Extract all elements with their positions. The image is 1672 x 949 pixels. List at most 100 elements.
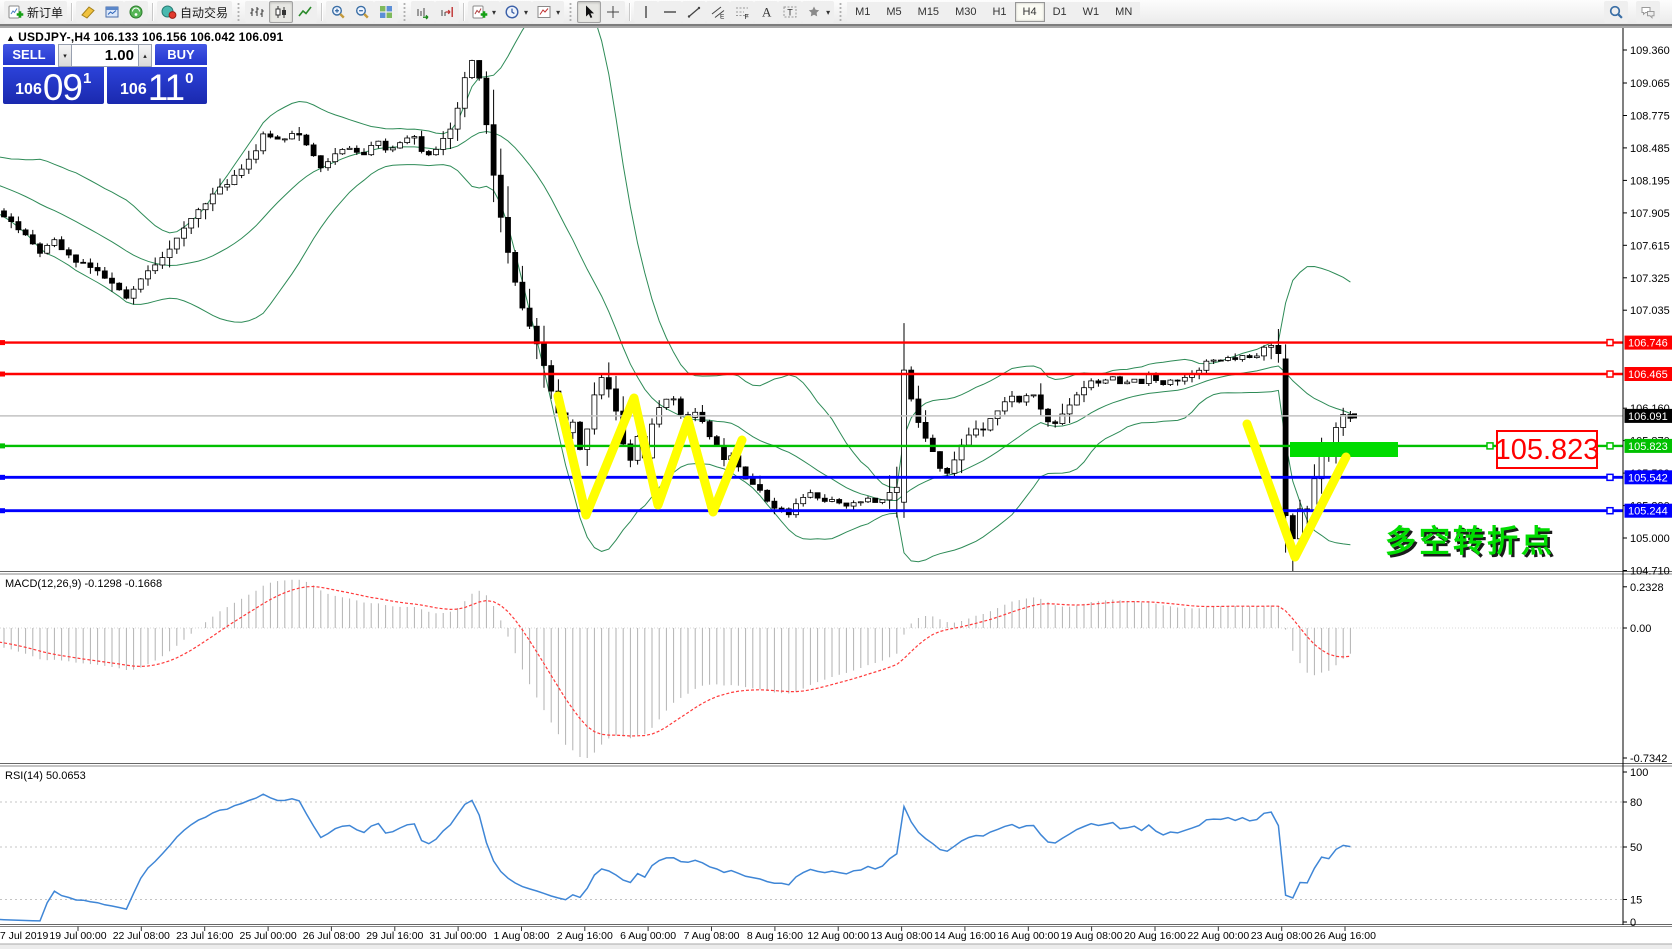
autotrading-icon	[161, 4, 177, 20]
yellow-zigzag-annotation-1[interactable]	[558, 396, 742, 515]
new-order-button[interactable]: 新订单	[4, 1, 67, 23]
tile-windows-button[interactable]	[374, 1, 398, 23]
collapse-triangle-icon[interactable]: ▲	[6, 33, 15, 43]
fibonacci-button[interactable]: F	[730, 1, 754, 23]
label-icon: T	[782, 4, 798, 20]
autotrading-button-label: 自动交易	[180, 4, 228, 21]
shapes-button[interactable]: ▾	[802, 1, 834, 23]
svg-text:109.065: 109.065	[1630, 78, 1670, 90]
toolbar-separator	[321, 3, 322, 21]
sell-button[interactable]: SELL	[3, 44, 55, 67]
toolbar-grip	[568, 3, 573, 21]
text-button[interactable]: A	[754, 1, 778, 23]
data-window-button[interactable]	[100, 1, 124, 23]
cursor-button[interactable]	[577, 1, 601, 23]
time-axis[interactable]: 17 Jul 201919 Jul 00:0022 Jul 08:0023 Ju…	[0, 927, 1376, 943]
timeframe-d1-button[interactable]: D1	[1045, 2, 1075, 22]
templates-button[interactable]: ▾	[532, 1, 564, 23]
chart-area[interactable]: 105.823多空转折点多空转折点109.360109.065108.77510…	[0, 0, 1672, 949]
hline-left-handle[interactable]	[0, 443, 5, 448]
volume-input[interactable]: 1.00	[72, 44, 138, 67]
candlestick-type-button[interactable]	[269, 1, 293, 23]
svg-text:107.035: 107.035	[1630, 305, 1670, 317]
toolbar-right-icons	[1604, 1, 1668, 23]
timeframe-mn-button[interactable]: MN	[1107, 2, 1140, 22]
data-window-icon	[104, 4, 120, 20]
svg-text:109.360: 109.360	[1630, 45, 1670, 57]
vertical-line-button[interactable]	[634, 1, 658, 23]
navigator-button[interactable]	[124, 1, 148, 23]
green-line-handle[interactable]	[1487, 443, 1493, 449]
cursor-icon	[581, 4, 597, 20]
hline-left-handle[interactable]	[0, 475, 5, 480]
buy-price[interactable]: 106110	[107, 67, 208, 104]
svg-text:108.195: 108.195	[1630, 175, 1670, 187]
new-order-button-label: 新订单	[27, 4, 63, 21]
bar-chart-type-button[interactable]	[245, 1, 269, 23]
turning-point-text[interactable]: 多空转折点	[1385, 524, 1555, 559]
svg-text:-0.7342: -0.7342	[1630, 753, 1667, 765]
timeframe-m15-button[interactable]: M15	[910, 2, 947, 22]
horizontal-level-lines	[0, 340, 1623, 513]
timeframe-w1-button[interactable]: W1	[1075, 2, 1108, 22]
trendline-button[interactable]	[682, 1, 706, 23]
svg-text:23 Jul 16:00: 23 Jul 16:00	[176, 930, 233, 942]
svg-text:23 Aug 08:00: 23 Aug 08:00	[1251, 930, 1313, 942]
toolbar-separator	[629, 3, 630, 21]
svg-text:22 Aug 00:00: 22 Aug 00:00	[1187, 930, 1249, 942]
clock-icon	[504, 4, 520, 20]
autotrading-button[interactable]: 自动交易	[157, 1, 232, 23]
buy-button[interactable]: BUY	[155, 44, 207, 67]
hline-left-handle[interactable]	[0, 372, 5, 377]
sell-price[interactable]: 106091	[3, 67, 104, 104]
timeframe-m1-button[interactable]: M1	[847, 2, 878, 22]
auto-scroll-button[interactable]	[411, 1, 435, 23]
hline-left-handle[interactable]	[0, 508, 5, 513]
svg-text:15: 15	[1630, 895, 1642, 907]
timeframe-h1-button[interactable]: H1	[984, 2, 1014, 22]
zoom-in-button[interactable]	[326, 1, 350, 23]
toolbar: 新订单自动交易▾▾▾EFAT▾M1M5M15M30H1H4D1W1MN	[0, 0, 1672, 26]
volume-stepper: ▾ 1.00 ▴	[58, 44, 152, 67]
hline-icon	[662, 4, 678, 20]
svg-text:7 Aug 08:00: 7 Aug 08:00	[683, 930, 739, 942]
horizontal-line-button[interactable]	[658, 1, 682, 23]
timeframe-m30-button[interactable]: M30	[947, 2, 984, 22]
indicators-button[interactable]: ▾	[468, 1, 500, 23]
volume-increase-button[interactable]: ▴	[138, 44, 152, 67]
svg-text:80: 80	[1630, 797, 1642, 809]
hline-left-handle[interactable]	[0, 340, 5, 345]
chat-button[interactable]	[1636, 1, 1660, 23]
up-arrow-icon: ▴	[143, 53, 147, 60]
toolbar-grip	[838, 3, 843, 21]
market-watch-button[interactable]	[76, 1, 100, 23]
price-axis[interactable]: 109.360109.065108.775108.485108.195107.9…	[1607, 45, 1672, 929]
new-order-icon	[8, 4, 24, 20]
svg-text:0.2328: 0.2328	[1630, 582, 1664, 594]
rsi-pane	[0, 794, 1623, 921]
trendline-icon	[686, 4, 702, 20]
svg-text:108.485: 108.485	[1630, 143, 1670, 155]
line-chart-type-button[interactable]	[293, 1, 317, 23]
search-icon	[1608, 4, 1624, 20]
toolbar-separator	[71, 3, 72, 21]
chart-shift-button[interactable]	[435, 1, 459, 23]
svg-text:16 Aug 00:00: 16 Aug 00:00	[997, 930, 1059, 942]
label-button[interactable]: T	[778, 1, 802, 23]
volume-decrease-button[interactable]: ▾	[58, 44, 72, 67]
crosshair-icon	[605, 4, 621, 20]
toolbar-grip	[402, 3, 407, 21]
channel-button[interactable]: E	[706, 1, 730, 23]
macd-indicator-label: MACD(12,26,9) -0.1298 -0.1668	[5, 578, 162, 590]
market-watch-icon	[80, 4, 96, 20]
zoom-out-button[interactable]	[350, 1, 374, 23]
timeframe-h4-button[interactable]: H4	[1015, 2, 1045, 22]
svg-text:20 Aug 16:00: 20 Aug 16:00	[1124, 930, 1186, 942]
svg-text:107.325: 107.325	[1630, 273, 1670, 285]
timeframe-m5-button[interactable]: M5	[878, 2, 909, 22]
crosshair-button[interactable]	[601, 1, 625, 23]
zoom-in-icon	[330, 4, 346, 20]
svg-text:F: F	[745, 14, 749, 20]
search-button[interactable]	[1604, 1, 1628, 23]
periods-button[interactable]: ▾	[500, 1, 532, 23]
